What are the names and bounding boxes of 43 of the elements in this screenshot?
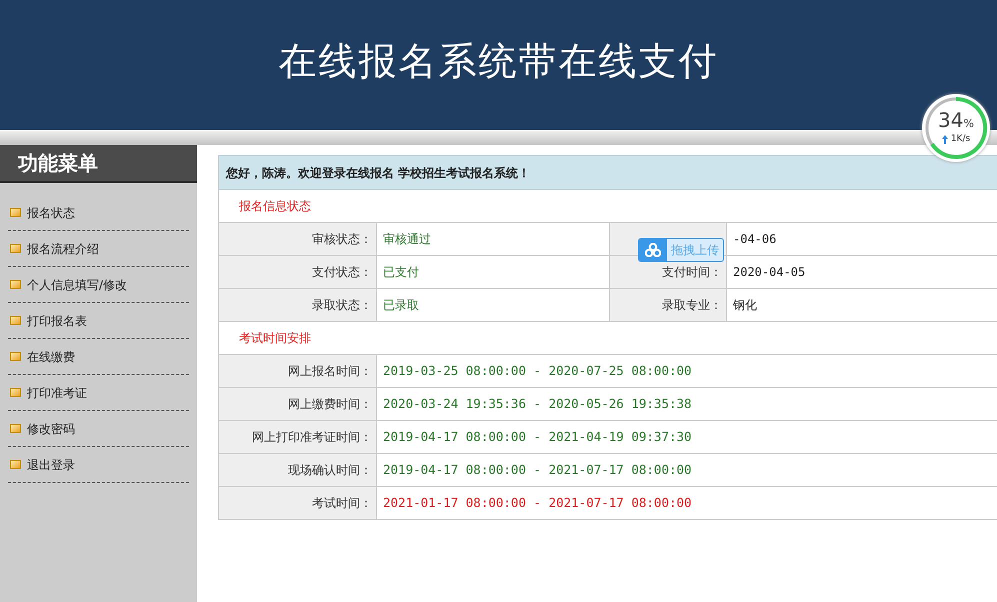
table-value-cell: -04-06: [726, 223, 997, 255]
table-label-cell: 支付状态：: [219, 256, 376, 288]
table-label-cell: 网上报名时间：: [219, 355, 376, 387]
table-label-cell: 录取专业：: [609, 289, 726, 321]
table-value-cell: 2019-03-25 08:00:00 - 2020-07-25 08:00:00: [376, 355, 997, 387]
table-value-cell: 2020-04-05: [726, 256, 997, 288]
menu-item[interactable]: 修改密码: [8, 411, 189, 447]
menu-item[interactable]: 个人信息填写/修改: [8, 267, 189, 303]
folder-icon: [10, 280, 21, 289]
menu-item[interactable]: 退出登录: [8, 447, 189, 483]
section-title: 考试时间安排: [239, 330, 311, 347]
upload-rate: 1K/s: [950, 132, 970, 146]
cloud-icon: [645, 243, 661, 257]
menu-item[interactable]: 在线缴费: [8, 339, 189, 375]
arrow-up-icon: [942, 135, 948, 144]
table-value-cell: 2019-04-17 08:00:00 - 2021-04-19 09:37:30: [376, 421, 997, 453]
table-label-cell: 网上打印准考证时间：: [219, 421, 376, 453]
menu-item[interactable]: 打印报名表: [8, 303, 189, 339]
table-value-cell: 2020-03-24 19:35:36 - 2020-05-26 19:35:38: [376, 388, 997, 420]
table-label-cell: 考试时间：: [219, 487, 376, 519]
page-title: 在线报名系统带在线支付: [278, 38, 718, 84]
menu-item[interactable]: 报名流程介绍: [8, 231, 189, 267]
folder-icon: [10, 460, 21, 469]
table-label-cell: 录取状态：: [219, 289, 376, 321]
percent-sign: %: [964, 118, 974, 129]
table-value-cell: 2021-01-17 08:00:00 - 2021-07-17 08:00:00: [376, 487, 997, 519]
section-title: 报名信息状态: [239, 198, 311, 215]
folder-icon: [10, 424, 21, 433]
folder-icon: [10, 352, 21, 361]
folder-icon: [10, 244, 21, 253]
menu-item[interactable]: 打印准考证: [8, 375, 189, 411]
folder-icon: [10, 208, 21, 217]
speed-percent: 34: [938, 110, 964, 130]
table-value-cell: 2019-04-17 08:00:00 - 2021-07-17 08:00:00: [376, 454, 997, 486]
table-label-cell: 网上缴费时间：: [219, 388, 376, 420]
table-value-cell: 钢化: [726, 289, 997, 321]
folder-icon: [10, 388, 21, 397]
welcome-message: 您好，陈涛。欢迎登录在线报名 学校招生考试报名系统！: [219, 155, 997, 190]
folder-icon: [10, 316, 21, 325]
table-label-cell: 现场确认时间：: [219, 454, 376, 486]
table-label-cell: 审核状态：: [219, 223, 376, 255]
sidebar-title: 功能菜单: [0, 145, 197, 183]
menu-item[interactable]: 报名状态: [8, 195, 189, 231]
